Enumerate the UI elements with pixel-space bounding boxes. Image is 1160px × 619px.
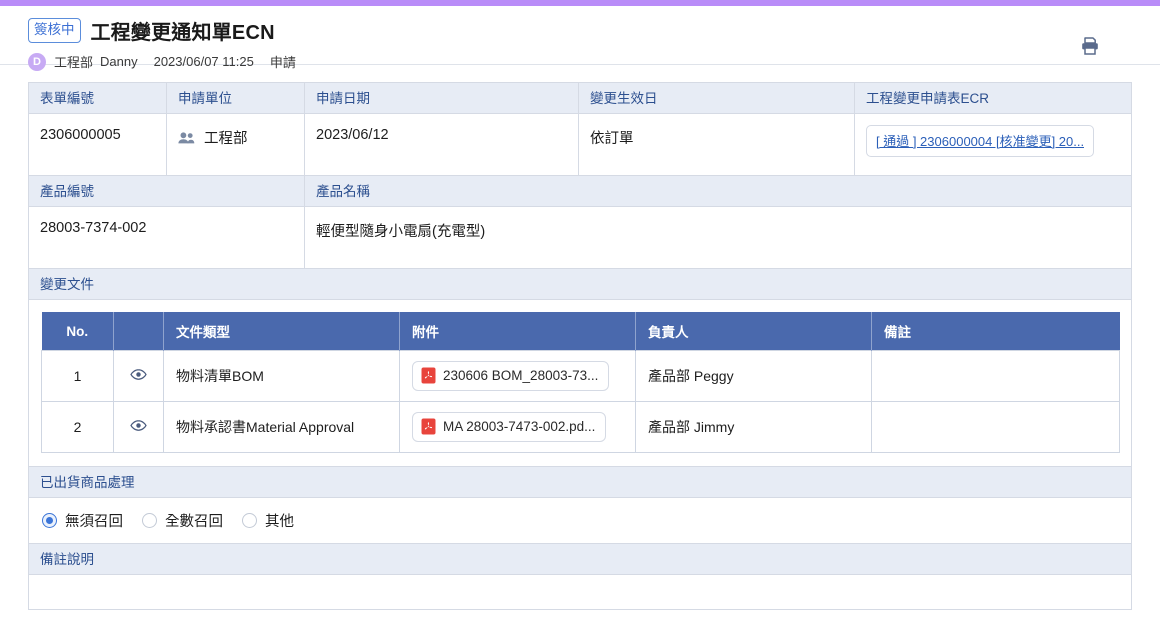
page-header: 簽核中 工程變更通知單ECN D 工程部 Danny 2023/06/07 11… — [0, 6, 1160, 71]
attachment-name: MA 28003-7473-002.pd... — [443, 419, 596, 434]
ecr-link-chip[interactable]: [ 通過 ] 2306000004 [核准變更] 20... — [866, 125, 1095, 157]
value-apply-date: 2023/06/12 — [305, 113, 579, 175]
shipped-handling-options: 無須召回 全數召回 其他 — [29, 497, 1131, 543]
cell-attachment: MA 28003-7473-002.pd... — [399, 401, 636, 453]
value-effective-date: 依訂單 — [579, 113, 855, 175]
label-product-name: 產品名稱 — [305, 175, 1131, 206]
cell-owner: 產品部 Jimmy — [635, 401, 872, 453]
change-docs-header-row: No. 文件類型 附件 負責人 備註 — [41, 312, 1120, 351]
cell-note — [871, 401, 1120, 453]
section-shipped-handling-title: 已出貨商品處理 — [29, 466, 1131, 497]
radio-mark-no-recall[interactable] — [42, 513, 57, 528]
cell-owner: 產品部 Peggy — [635, 350, 872, 402]
cell-no: 1 — [41, 350, 114, 402]
page-title: 工程變更通知單ECN — [90, 22, 275, 44]
col-header-doc-type: 文件類型 — [163, 312, 400, 351]
section-change-docs-title: 變更文件 — [29, 268, 1131, 299]
submit-datetime: 2023/06/07 11:25 — [153, 54, 254, 69]
cell-preview[interactable] — [113, 401, 164, 453]
remark-body[interactable] — [29, 574, 1131, 609]
label-ecr: 工程變更申請表ECR — [855, 82, 1131, 113]
value-apply-dept-cell: 工程部 — [167, 113, 305, 175]
change-docs-table: No. 文件類型 附件 負責人 備註 1 物料清單BOM 230606 BOM_… — [41, 312, 1120, 453]
cell-attachment: 230606 BOM_28003-73... — [399, 350, 636, 402]
section-remark-title: 備註說明 — [29, 543, 1131, 574]
product-header-row: 產品編號 產品名稱 — [29, 175, 1131, 206]
cell-doc-type: 物料清單BOM — [163, 350, 400, 402]
col-header-note: 備註 — [871, 312, 1120, 351]
attachment-chip[interactable]: MA 28003-7473-002.pd... — [412, 412, 607, 442]
status-badge: 簽核中 — [28, 18, 81, 43]
label-apply-dept: 申請單位 — [167, 82, 305, 113]
submit-action: 申請 — [269, 55, 296, 70]
avatar: D — [28, 52, 46, 71]
product-value-row: 28003-7374-002 輕便型隨身小電扇(充電型) — [29, 206, 1131, 268]
submitter-meta: D 工程部 Danny 2023/06/07 11:25 申請 — [28, 52, 1138, 71]
label-apply-date: 申請日期 — [305, 82, 579, 113]
label-product-no: 產品編號 — [29, 175, 305, 206]
eye-icon[interactable] — [130, 366, 147, 383]
value-product-no: 28003-7374-002 — [29, 206, 305, 268]
radio-option-other[interactable]: 其他 — [242, 510, 294, 531]
radio-label-other: 其他 — [265, 514, 294, 530]
apply-dept-text: 工程部 — [204, 131, 248, 147]
printer-icon — [1082, 37, 1098, 55]
table-row: 2 物料承認書Material Approval MA 28003-7473-0… — [41, 401, 1120, 453]
pdf-file-icon — [421, 367, 436, 384]
col-header-no: No. — [41, 312, 114, 351]
col-header-owner: 負責人 — [635, 312, 872, 351]
cell-preview[interactable] — [113, 350, 164, 402]
label-form-no: 表單編號 — [29, 82, 167, 113]
change-docs-table-wrap: No. 文件類型 附件 負責人 備註 1 物料清單BOM 230606 BOM_… — [29, 299, 1131, 466]
radio-label-full-recall: 全數召回 — [165, 514, 223, 530]
ecr-link[interactable]: [ 通過 ] 2306000004 [核准變更] 20... — [876, 131, 1084, 150]
value-ecr-cell: [ 通過 ] 2306000004 [核准變更] 20... — [855, 113, 1131, 175]
cell-no: 2 — [41, 401, 114, 453]
form-info-value-row: 2306000005 工程部 2023/06/12 依訂單 [ 通過 ] 230… — [29, 113, 1131, 175]
cell-doc-type: 物料承認書Material Approval — [163, 401, 400, 453]
print-button[interactable] — [1077, 33, 1103, 59]
submitter-name: Danny — [100, 54, 138, 69]
radio-label-no-recall: 無須召回 — [65, 514, 123, 530]
radio-mark-full-recall[interactable] — [142, 513, 157, 528]
attachment-name: 230606 BOM_28003-73... — [443, 368, 599, 383]
attachment-chip[interactable]: 230606 BOM_28003-73... — [412, 361, 610, 391]
title-row: 簽核中 工程變更通知單ECN — [28, 16, 1138, 45]
table-row: 1 物料清單BOM 230606 BOM_28003-73... 產品部 Peg… — [41, 350, 1120, 402]
form-sheet: 表單編號 申請單位 申請日期 變更生效日 工程變更申請表ECR 23060000… — [28, 82, 1132, 610]
col-header-preview — [113, 312, 164, 351]
value-product-name: 輕便型隨身小電扇(充電型) — [305, 206, 1131, 268]
radio-mark-other[interactable] — [242, 513, 257, 528]
radio-option-no-recall[interactable]: 無須召回 — [42, 510, 123, 531]
people-icon — [178, 131, 195, 143]
cell-note — [871, 350, 1120, 402]
pdf-file-icon — [421, 418, 436, 435]
value-form-no: 2306000005 — [29, 113, 167, 175]
label-effective-date: 變更生效日 — [579, 82, 855, 113]
radio-option-full-recall[interactable]: 全數召回 — [142, 510, 223, 531]
form-info-header-row: 表單編號 申請單位 申請日期 變更生效日 工程變更申請表ECR — [29, 82, 1131, 113]
eye-icon[interactable] — [130, 417, 147, 434]
submitter-department: 工程部 — [54, 55, 94, 70]
col-header-attachment: 附件 — [399, 312, 636, 351]
value-apply-dept: 工程部 — [178, 127, 293, 148]
